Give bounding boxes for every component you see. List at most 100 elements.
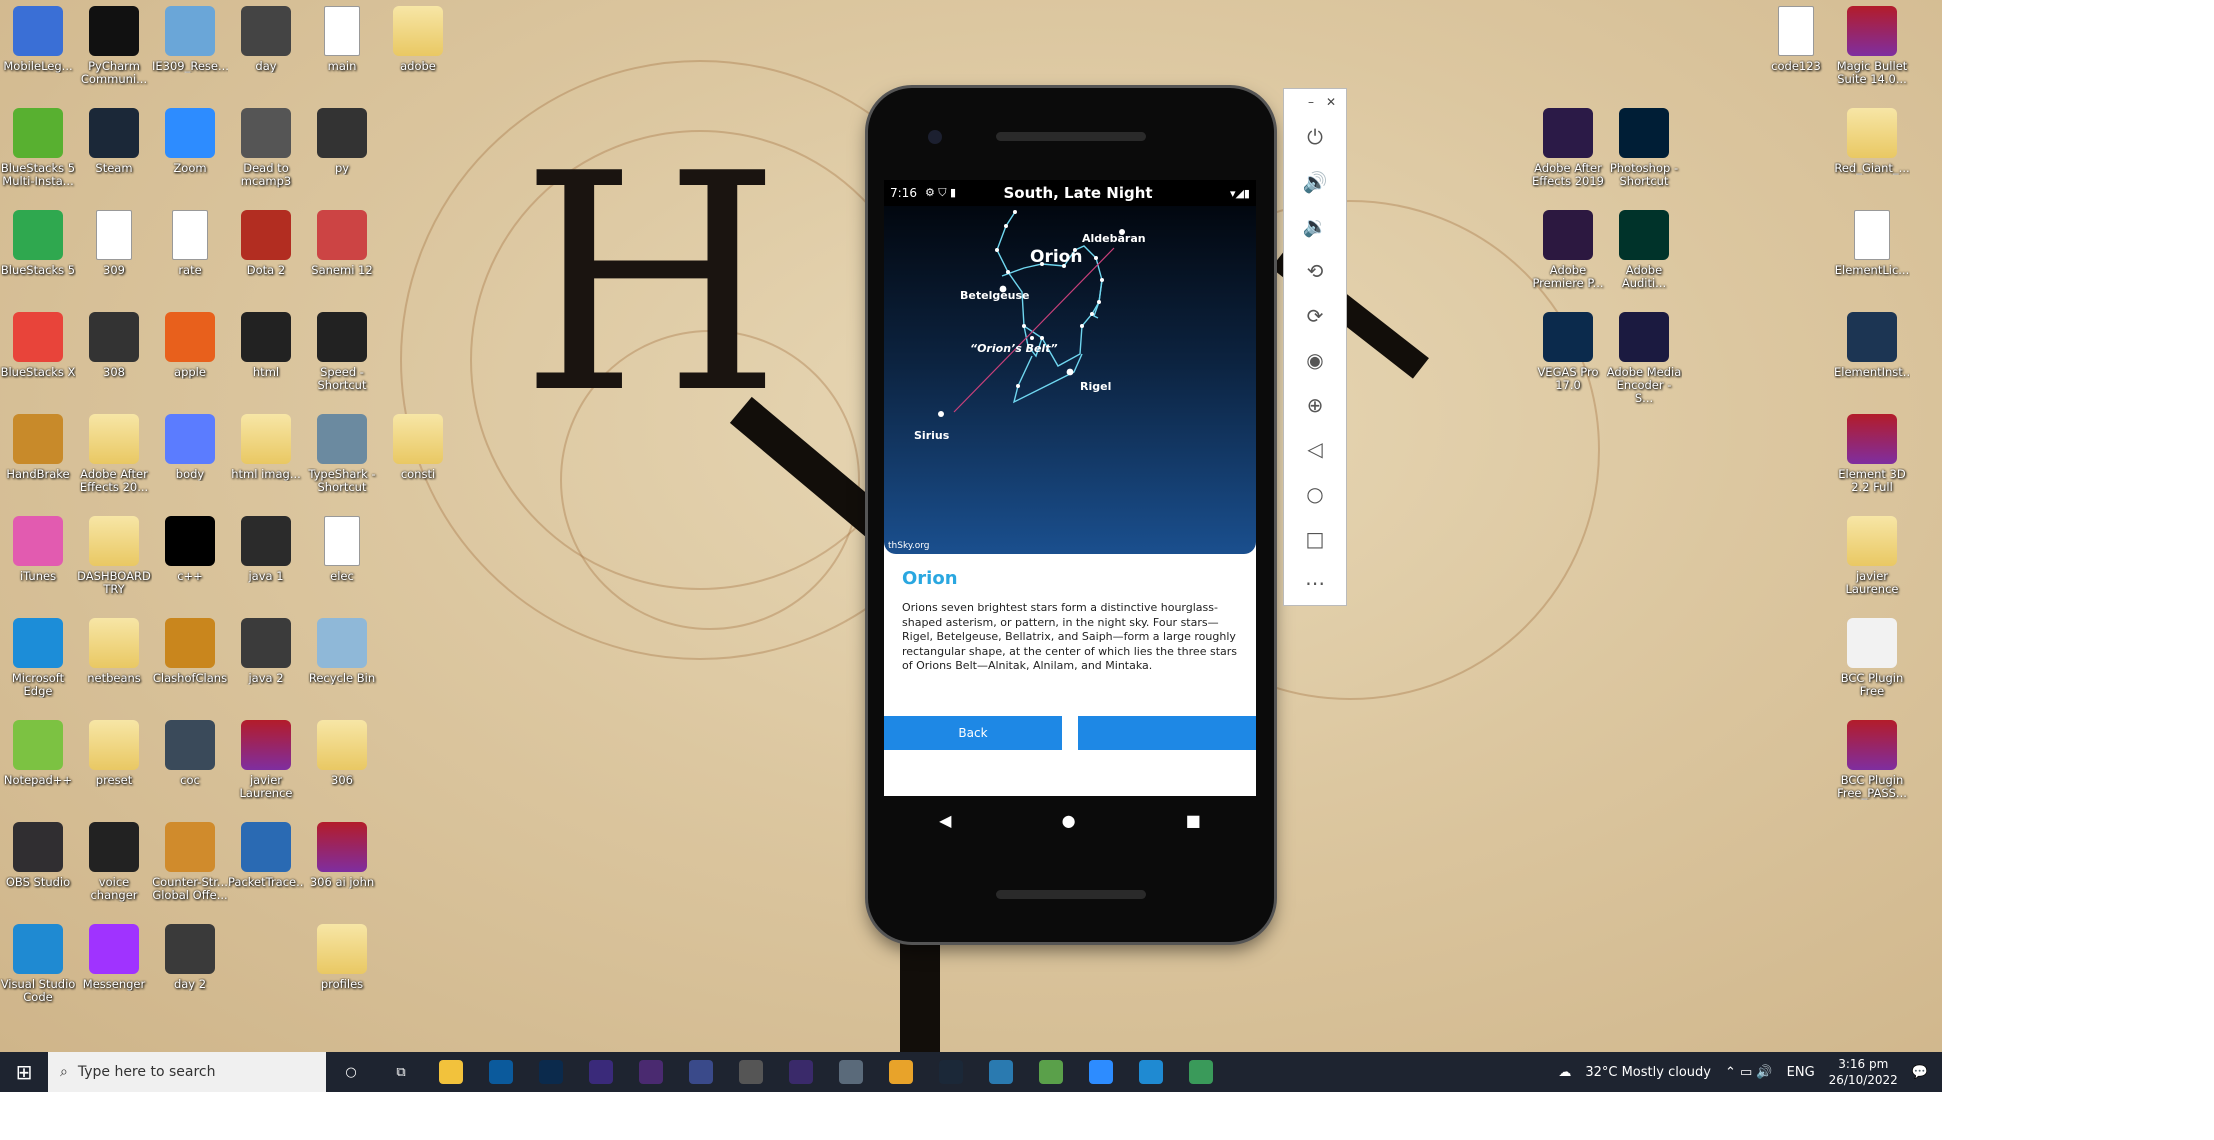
minimize-button[interactable]: – — [1308, 95, 1314, 109]
desktop-icon[interactable]: Steam — [76, 108, 152, 175]
desktop-icon[interactable]: code123 — [1758, 6, 1834, 73]
desktop-icon[interactable]: Recycle Bin — [304, 618, 380, 685]
desktop-icon[interactable]: Adobe After Effects 2019 — [1530, 108, 1606, 188]
desktop-icon[interactable]: elec — [304, 516, 380, 583]
discord-icon[interactable] — [826, 1052, 876, 1092]
next-button[interactable] — [1078, 716, 1256, 750]
desktop-icon[interactable]: Red_Giant_... — [1834, 108, 1910, 175]
desktop-icon[interactable]: Zoom — [152, 108, 228, 175]
obs-icon[interactable] — [726, 1052, 776, 1092]
desktop-icon[interactable]: BlueStacks X — [0, 312, 76, 379]
desktop-icon[interactable]: HandBrake — [0, 414, 76, 481]
desktop-icon[interactable]: BCC Plugin Free — [1834, 618, 1910, 698]
desktop-icon[interactable]: apple — [152, 312, 228, 379]
desktop-icon[interactable]: java 1 — [228, 516, 304, 583]
desktop-icon[interactable]: Sanemi 12 — [304, 210, 380, 277]
desktop-icon[interactable]: Photoshop - Shortcut — [1606, 108, 1682, 188]
desktop-icon[interactable]: ElementInst... — [1834, 312, 1910, 379]
desktop-icon[interactable]: 308 — [76, 312, 152, 379]
desktop-icon[interactable]: profiles — [304, 924, 380, 991]
desktop-icon[interactable]: coc — [152, 720, 228, 787]
tray-icons[interactable]: ⌃ ▭ 🔊 — [1725, 1065, 1773, 1080]
desktop-icon[interactable]: BlueStacks 5 Multi-Insta... — [0, 108, 76, 188]
desktop-icon[interactable]: adobe — [380, 6, 456, 73]
desktop-icon[interactable]: Magic Bullet Suite 14.0... — [1834, 6, 1910, 86]
home-icon[interactable]: ○ — [1284, 472, 1346, 517]
bluestacks-icon[interactable] — [1026, 1052, 1076, 1092]
desktop-icon[interactable]: Visual Studio Code — [0, 924, 76, 1004]
desktop-icon[interactable]: javier Laurence — [228, 720, 304, 800]
power-icon[interactable]: ⏻ — [1284, 115, 1346, 160]
desktop-icon[interactable]: py — [304, 108, 380, 175]
rotate-left-icon[interactable]: ⟲ — [1284, 249, 1346, 294]
desktop-icon[interactable]: PacketTrace... — [228, 822, 304, 889]
desktop-icon[interactable]: PyCharm Communi... — [76, 6, 152, 86]
desktop-icon[interactable]: Element 3D 2.2 Full — [1834, 414, 1910, 494]
desktop-icon[interactable]: Adobe Premiere P... — [1530, 210, 1606, 290]
desktop-icon[interactable]: ElementLic... — [1834, 210, 1910, 277]
desktop-icon[interactable]: html imag... — [228, 414, 304, 481]
language-indicator[interactable]: ENG — [1787, 1065, 1815, 1080]
android-studio-icon[interactable] — [1176, 1052, 1226, 1092]
desktop-icon[interactable]: DASHBOARD TRY — [76, 516, 152, 596]
desktop-icon[interactable]: VEGAS Pro 17.0 — [1530, 312, 1606, 392]
desktop-icon[interactable]: netbeans — [76, 618, 152, 685]
back-nav-icon[interactable]: ◀ — [939, 811, 951, 830]
clock[interactable]: 3:16 pm 26/10/2022 — [1829, 1056, 1898, 1088]
back-icon[interactable]: ◁ — [1284, 427, 1346, 472]
zoom-icon[interactable] — [1076, 1052, 1126, 1092]
notifications-icon[interactable]: 💬 — [1912, 1065, 1928, 1080]
blender-icon[interactable] — [976, 1052, 1026, 1092]
desktop-icon[interactable]: TypeShark - Shortcut — [304, 414, 380, 494]
back-button[interactable]: Back — [884, 716, 1062, 750]
weather-text[interactable]: 32°C Mostly cloudy — [1585, 1065, 1711, 1080]
desktop-icon[interactable]: consti — [380, 414, 456, 481]
windows-start-icon[interactable]: ⊞ — [0, 1052, 48, 1092]
after-effects-icon[interactable] — [776, 1052, 826, 1092]
premiere-icon[interactable] — [626, 1052, 676, 1092]
desktop-icon[interactable]: rate — [152, 210, 228, 277]
desktop-icon[interactable]: Dead to mcamp3 — [228, 108, 304, 188]
desktop-icon[interactable]: day — [228, 6, 304, 73]
volume-down-icon[interactable]: 🔉 — [1284, 204, 1346, 249]
desktop-icon[interactable]: iTunes — [0, 516, 76, 583]
task-view-icon[interactable]: ⧉ — [376, 1052, 426, 1092]
recents-nav-icon[interactable]: ■ — [1186, 811, 1201, 830]
taskbar-search[interactable]: ⌕ Type here to search — [48, 1052, 326, 1092]
desktop-icon[interactable]: preset — [76, 720, 152, 787]
desktop-icon[interactable]: Counter-Str... Global Offe... — [152, 822, 228, 902]
desktop-icon[interactable]: day 2 — [152, 924, 228, 991]
desktop-icon[interactable]: c++ — [152, 516, 228, 583]
desktop-icon[interactable]: IE309_Rese... — [152, 6, 228, 73]
desktop-icon[interactable]: body — [152, 414, 228, 481]
desktop-icon[interactable]: 309 — [76, 210, 152, 277]
camera-icon[interactable]: ◉ — [1284, 338, 1346, 383]
desktop-icon[interactable]: Microsoft Edge — [0, 618, 76, 698]
devcpp-icon[interactable] — [676, 1052, 726, 1092]
vegas-icon[interactable] — [476, 1052, 526, 1092]
desktop-icon[interactable]: html — [228, 312, 304, 379]
desktop-icon[interactable]: BCC Plugin Free_PASS... — [1834, 720, 1910, 800]
desktop-icon[interactable]: Adobe Media Encoder - S... — [1606, 312, 1682, 405]
close-button[interactable]: ✕ — [1326, 95, 1336, 109]
home-nav-icon[interactable]: ● — [1062, 811, 1076, 830]
desktop-icon[interactable]: 306 ai john — [304, 822, 380, 889]
file-explorer-icon[interactable] — [426, 1052, 476, 1092]
desktop-icon[interactable]: ClashofClans — [152, 618, 228, 685]
more-icon[interactable]: ⋯ — [1284, 561, 1346, 606]
desktop-icon[interactable]: java 2 — [228, 618, 304, 685]
desktop-icon[interactable]: Messenger — [76, 924, 152, 991]
vscode-icon[interactable] — [1126, 1052, 1176, 1092]
desktop-icon[interactable]: Speed - Shortcut — [304, 312, 380, 392]
cortana-icon[interactable]: ○ — [326, 1052, 376, 1092]
photoshop-icon[interactable] — [526, 1052, 576, 1092]
desktop-icon[interactable]: Notepad++ — [0, 720, 76, 787]
media-encoder-icon[interactable] — [576, 1052, 626, 1092]
desktop-icon[interactable]: OBS Studio — [0, 822, 76, 889]
rotate-right-icon[interactable]: ⟳ — [1284, 293, 1346, 338]
steam-icon[interactable] — [926, 1052, 976, 1092]
volume-up-icon[interactable]: 🔊 — [1284, 160, 1346, 205]
overview-icon[interactable]: □ — [1284, 516, 1346, 561]
desktop-icon[interactable]: voice changer — [76, 822, 152, 902]
phone-screen[interactable]: 7:16 ⚙ ⛉ ▮ South, Late Night ▾◢▮ Aldebar… — [884, 180, 1256, 796]
